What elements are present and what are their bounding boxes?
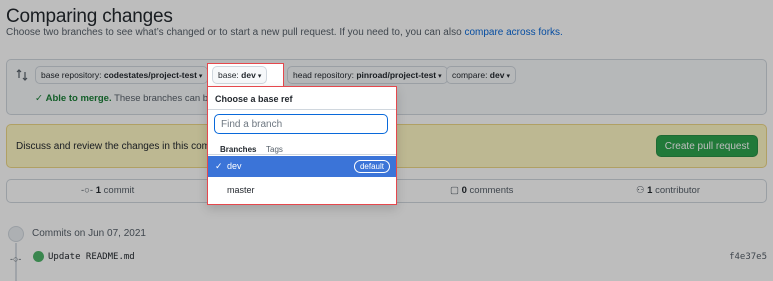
avatar[interactable] [33,251,44,262]
tab-branches[interactable]: Branches [220,145,256,154]
branch-filter-input[interactable] [214,114,388,134]
compare-forks-link[interactable]: compare across forks. [464,27,562,38]
head-repository-select[interactable]: head repository: pinroad/project-test ▾ [287,66,448,84]
default-badge: default [353,160,390,173]
people-icon: ⚇ [636,185,648,196]
comments-count[interactable]: ▢ 0 comments [450,185,513,196]
comment-icon: ▢ [450,185,462,196]
commit-sha-link[interactable]: f4e37e5 [729,252,767,262]
contributors-count[interactable]: ⚇ 1 contributor [636,185,700,196]
compare-icon [16,69,28,81]
branch-item-master[interactable]: master [208,179,396,200]
base-repository-select[interactable]: base repository: codestates/project-test… [35,66,209,84]
check-icon: ✓ [35,93,43,104]
create-pull-request-button[interactable]: Create pull request [656,135,758,157]
dropdown-title: Choose a base ref [215,94,293,104]
timeline-commit-icon [8,226,24,242]
caret-down-icon: ▾ [506,73,510,80]
commit-dot-icon: -○- [10,254,22,264]
compare-branch-select[interactable]: compare: dev ▾ [446,66,516,84]
banner-text: Discuss and review the changes in this c… [16,141,225,152]
branch-item-dev[interactable]: ✓ dev default [208,156,396,177]
base-branch-highlight: base: dev ▾ [207,63,284,87]
caret-down-icon: ▾ [257,73,262,80]
caret-down-icon: ▾ [198,73,203,80]
commits-count[interactable]: -○- 1 commit [81,185,134,196]
check-icon: ✓ [215,161,223,171]
commit-message-link[interactable]: Update README.md [48,252,135,262]
page-title: Comparing changes [6,6,173,27]
commits-date-label: Commits on Jun 07, 2021 [32,228,146,239]
dropdown-divider [208,109,396,110]
merge-status: ✓ Able to merge. These branches can be [35,93,214,104]
tab-tags[interactable]: Tags [266,145,283,154]
base-branch-button[interactable]: base: dev ▾ [212,66,268,84]
commit-icon: -○- [81,185,96,196]
caret-down-icon: ▾ [438,73,442,80]
base-ref-dropdown: Choose a base ref Branches Tags ✓ dev de… [207,86,397,205]
page-subtitle: Choose two branches to see what’s change… [6,27,563,38]
